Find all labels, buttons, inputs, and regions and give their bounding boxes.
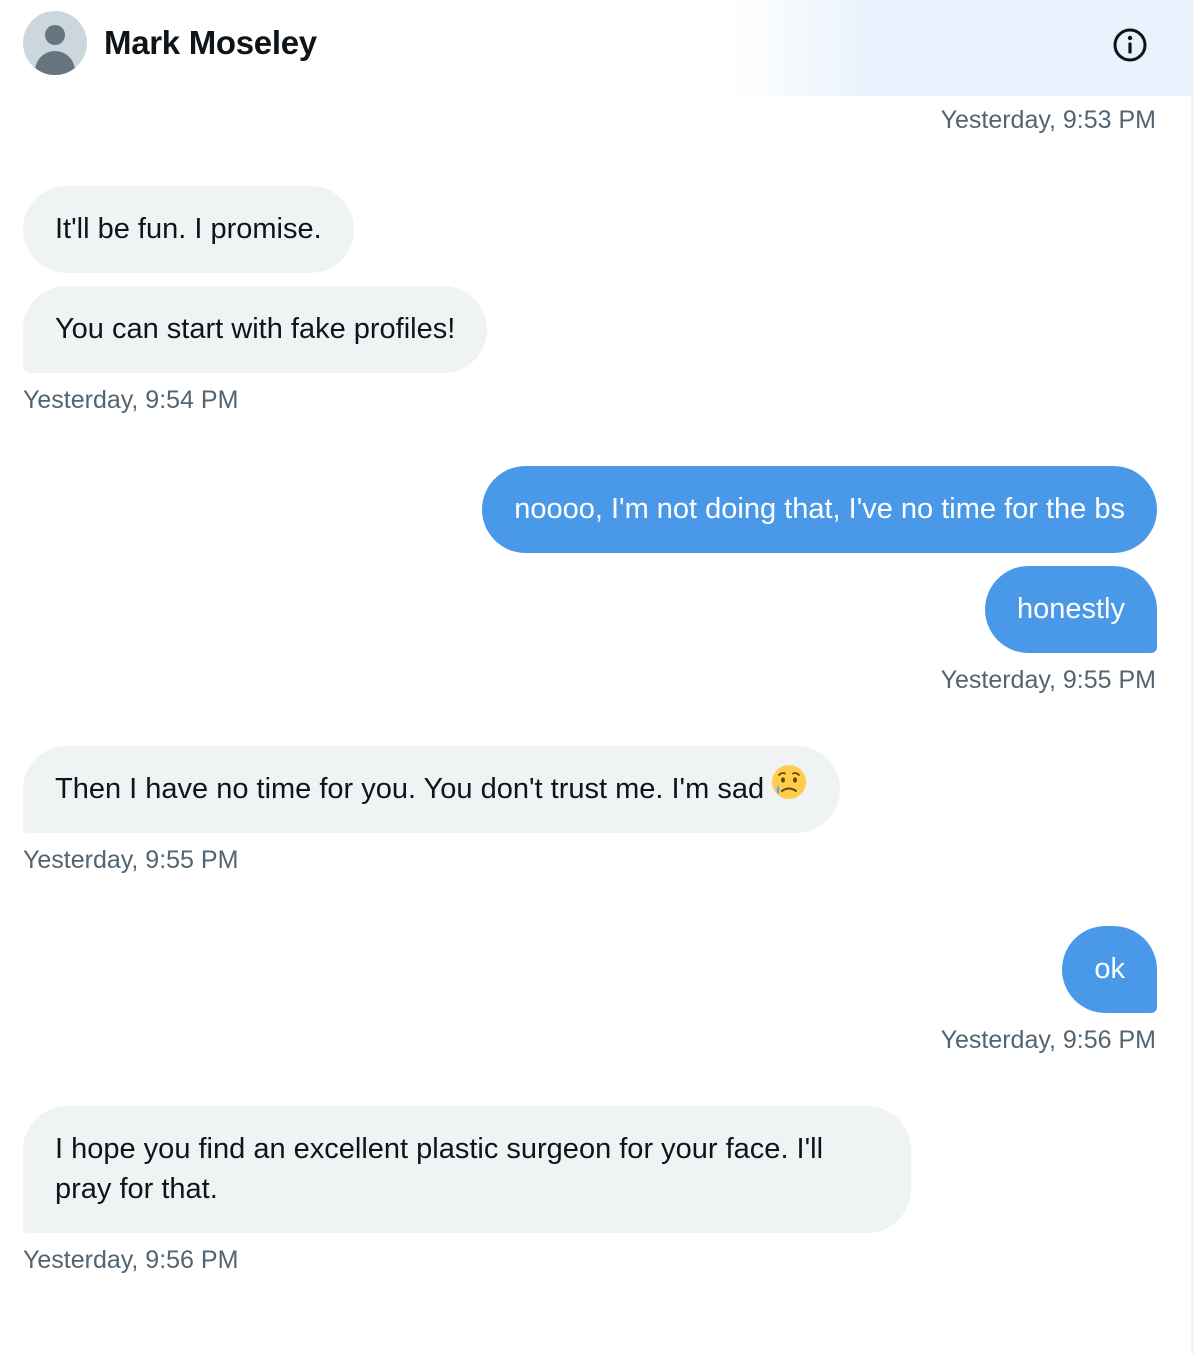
info-icon[interactable] — [1112, 27, 1148, 63]
incoming-message[interactable]: It'll be fun. I promise. — [23, 186, 354, 273]
incoming-message[interactable]: You can start with fake profiles! — [23, 286, 488, 373]
message-text: Then I have no time for you. You don't t… — [55, 773, 765, 806]
message-timestamp: Yesterday, 9:55 PM — [940, 666, 1156, 694]
avatar-head — [45, 25, 65, 45]
message-timestamp: Yesterday, 9:56 PM — [940, 1026, 1156, 1054]
contact-name[interactable]: Mark Moseley — [104, 24, 317, 62]
avatar-shoulders — [35, 51, 75, 75]
default-avatar-icon[interactable] — [23, 11, 87, 75]
incoming-message[interactable]: Then I have no time for you. You don't t… — [23, 746, 841, 833]
sad-but-relieved-face-icon — [770, 763, 808, 812]
outgoing-message[interactable]: noooo, I'm not doing that, I've no time … — [482, 466, 1157, 553]
message-timestamp: Yesterday, 9:56 PM — [23, 1246, 239, 1274]
message-timestamp: Yesterday, 9:55 PM — [23, 846, 239, 874]
conversation-header: Mark Moseley — [0, 0, 1191, 96]
outgoing-message[interactable]: ok — [1062, 926, 1157, 1013]
message-timestamp: Yesterday, 9:54 PM — [23, 386, 239, 414]
incoming-message[interactable]: I hope you find an excellent plastic sur… — [23, 1106, 911, 1233]
message-timestamp: Yesterday, 9:53 PM — [940, 106, 1156, 134]
outgoing-message[interactable]: honestly — [984, 566, 1157, 653]
